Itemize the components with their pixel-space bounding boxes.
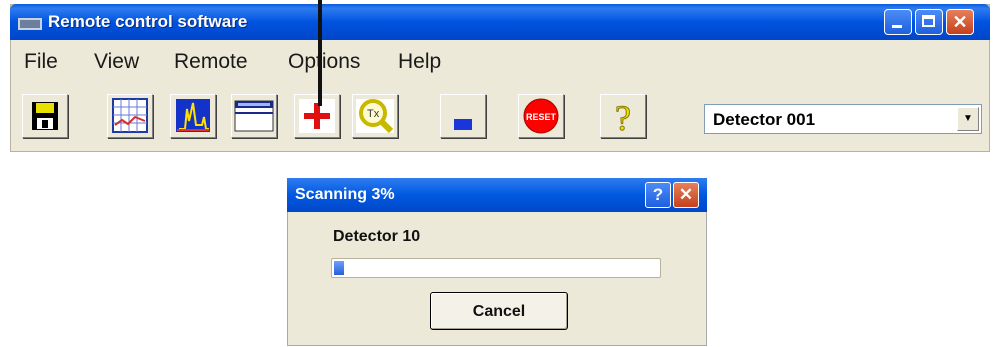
close-button[interactable]: ✕ [946,9,974,35]
menu-view[interactable]: View [94,50,139,74]
maximize-button[interactable] [915,9,943,35]
help-button[interactable]: ? [600,94,646,139]
blue-block-icon [454,119,472,130]
title-bar[interactable]: Remote control software ✕ [10,4,990,40]
window-title: Remote control software [48,12,248,31]
reset-label: RESET [526,112,557,122]
magnifier-icon: Tx [356,99,394,134]
close-icon: ✕ [952,12,968,32]
main-window: Remote control software ✕ File View Remo… [10,4,990,152]
dialog-title: Scanning 3% [295,186,395,203]
dialog-help-button[interactable]: ? [645,182,671,208]
chevron-down-icon[interactable]: ▼ [957,107,979,131]
add-detector-button[interactable] [294,94,340,138]
close-icon: ✕ [678,185,694,204]
menu-remote[interactable]: Remote [174,50,248,74]
svg-text:Tx: Tx [367,108,380,120]
reset-icon: RESET [523,98,559,134]
grid-chart-icon [112,98,148,133]
minimize-button[interactable] [884,9,912,35]
red-cross-icon [299,99,335,133]
menu-file[interactable]: File [24,50,58,74]
detector-select-value: Detector 001 [713,110,816,129]
menu-help[interactable]: Help [398,50,441,74]
spectrum-button[interactable] [170,94,216,138]
detector-select[interactable]: Detector 001 ▼ [704,104,982,134]
table-view-button[interactable] [231,94,277,138]
svg-text:?: ? [615,98,631,137]
dialog-title-bar[interactable]: Scanning 3% ? ✕ [287,178,707,212]
callout-pointer-line [318,0,322,106]
help-icon: ? [652,185,664,204]
scanning-dialog: Scanning 3% ? ✕ Detector 10 Cancel [287,178,707,346]
dialog-close-button[interactable]: ✕ [673,182,699,208]
spectrum-chart-icon [176,99,210,132]
save-disk-icon [32,102,58,130]
cancel-button[interactable]: Cancel [430,292,568,330]
toolbar: Tx RESET ? Detector 001 ▼ [10,86,990,146]
search-button[interactable]: Tx [352,94,398,138]
current-detector-label: Detector 10 [333,228,421,245]
reset-button[interactable]: RESET [518,94,564,138]
table-view-icon [234,100,274,132]
save-button[interactable] [22,94,68,138]
menu-options[interactable]: Options [288,50,360,74]
question-mark-icon: ? [615,98,632,139]
app-icon [18,18,42,30]
block-button[interactable] [440,94,486,138]
scan-progress-fill [334,261,344,275]
grid-chart-button[interactable] [107,94,153,138]
scan-progress-bar [331,258,661,278]
